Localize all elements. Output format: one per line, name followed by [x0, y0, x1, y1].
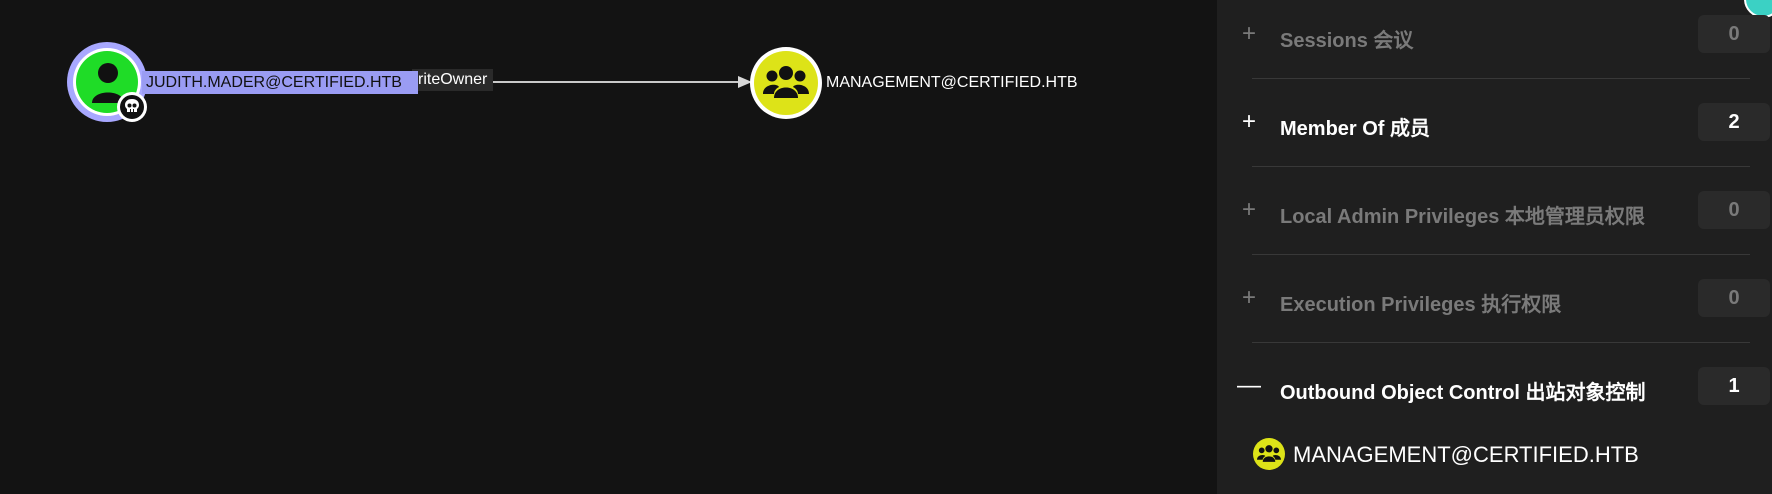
section-execution-privileges[interactable]: + Execution Privileges 执行权限 0 [1217, 279, 1772, 319]
section-title[interactable]: Member Of 成员 [1280, 112, 1430, 141]
divider [1252, 166, 1750, 167]
edge-label[interactable]: riteOwner [412, 69, 494, 91]
divider [1252, 342, 1750, 343]
count-badge: 1 [1698, 367, 1770, 405]
divider [1252, 78, 1750, 79]
group-node[interactable] [750, 47, 822, 119]
node-info-panel: + Sessions 会议 0 + Member Of 成员 2 + Local… [1217, 0, 1772, 494]
section-title[interactable]: Sessions 会议 [1280, 24, 1413, 53]
collapse-icon[interactable]: — [1237, 373, 1261, 399]
expand-icon[interactable]: + [1237, 21, 1261, 47]
section-title[interactable]: Local Admin Privileges 本地管理员权限 [1280, 200, 1645, 229]
section-title[interactable]: Outbound Object Control 出站对象控制 [1280, 376, 1646, 405]
owned-badge [117, 92, 147, 122]
count-badge: 0 [1698, 15, 1770, 53]
expand-icon[interactable]: + [1237, 109, 1261, 135]
section-member-of[interactable]: + Member Of 成员 2 [1217, 103, 1772, 143]
outbound-object-name[interactable]: MANAGEMENT@CERTIFIED.HTB [1293, 442, 1639, 468]
skull-icon [125, 99, 139, 112]
section-title[interactable]: Execution Privileges 执行权限 [1280, 288, 1561, 317]
count-badge: 2 [1698, 103, 1770, 141]
outbound-object-item[interactable]: MANAGEMENT@CERTIFIED.HTB [1253, 438, 1753, 472]
divider [1252, 254, 1750, 255]
app-root: riteOwner JUDITH.MADER@CERTIFIED.HTB MAN… [0, 0, 1772, 494]
group-icon [763, 66, 809, 98]
section-sessions[interactable]: + Sessions 会议 0 [1217, 15, 1772, 55]
count-badge: 0 [1698, 279, 1770, 317]
group-node-label[interactable]: MANAGEMENT@CERTIFIED.HTB [826, 72, 1078, 94]
group-icon [1253, 438, 1285, 470]
edge-line[interactable] [490, 81, 740, 83]
graph-canvas[interactable]: riteOwner JUDITH.MADER@CERTIFIED.HTB MAN… [0, 0, 1217, 494]
count-badge: 0 [1698, 191, 1770, 229]
expand-icon[interactable]: + [1237, 197, 1261, 223]
user-node-label[interactable]: JUDITH.MADER@CERTIFIED.HTB [142, 71, 418, 94]
section-local-admin-privileges[interactable]: + Local Admin Privileges 本地管理员权限 0 [1217, 191, 1772, 231]
expand-icon[interactable]: + [1237, 285, 1261, 311]
section-outbound-object-control[interactable]: — Outbound Object Control 出站对象控制 1 [1217, 367, 1772, 407]
